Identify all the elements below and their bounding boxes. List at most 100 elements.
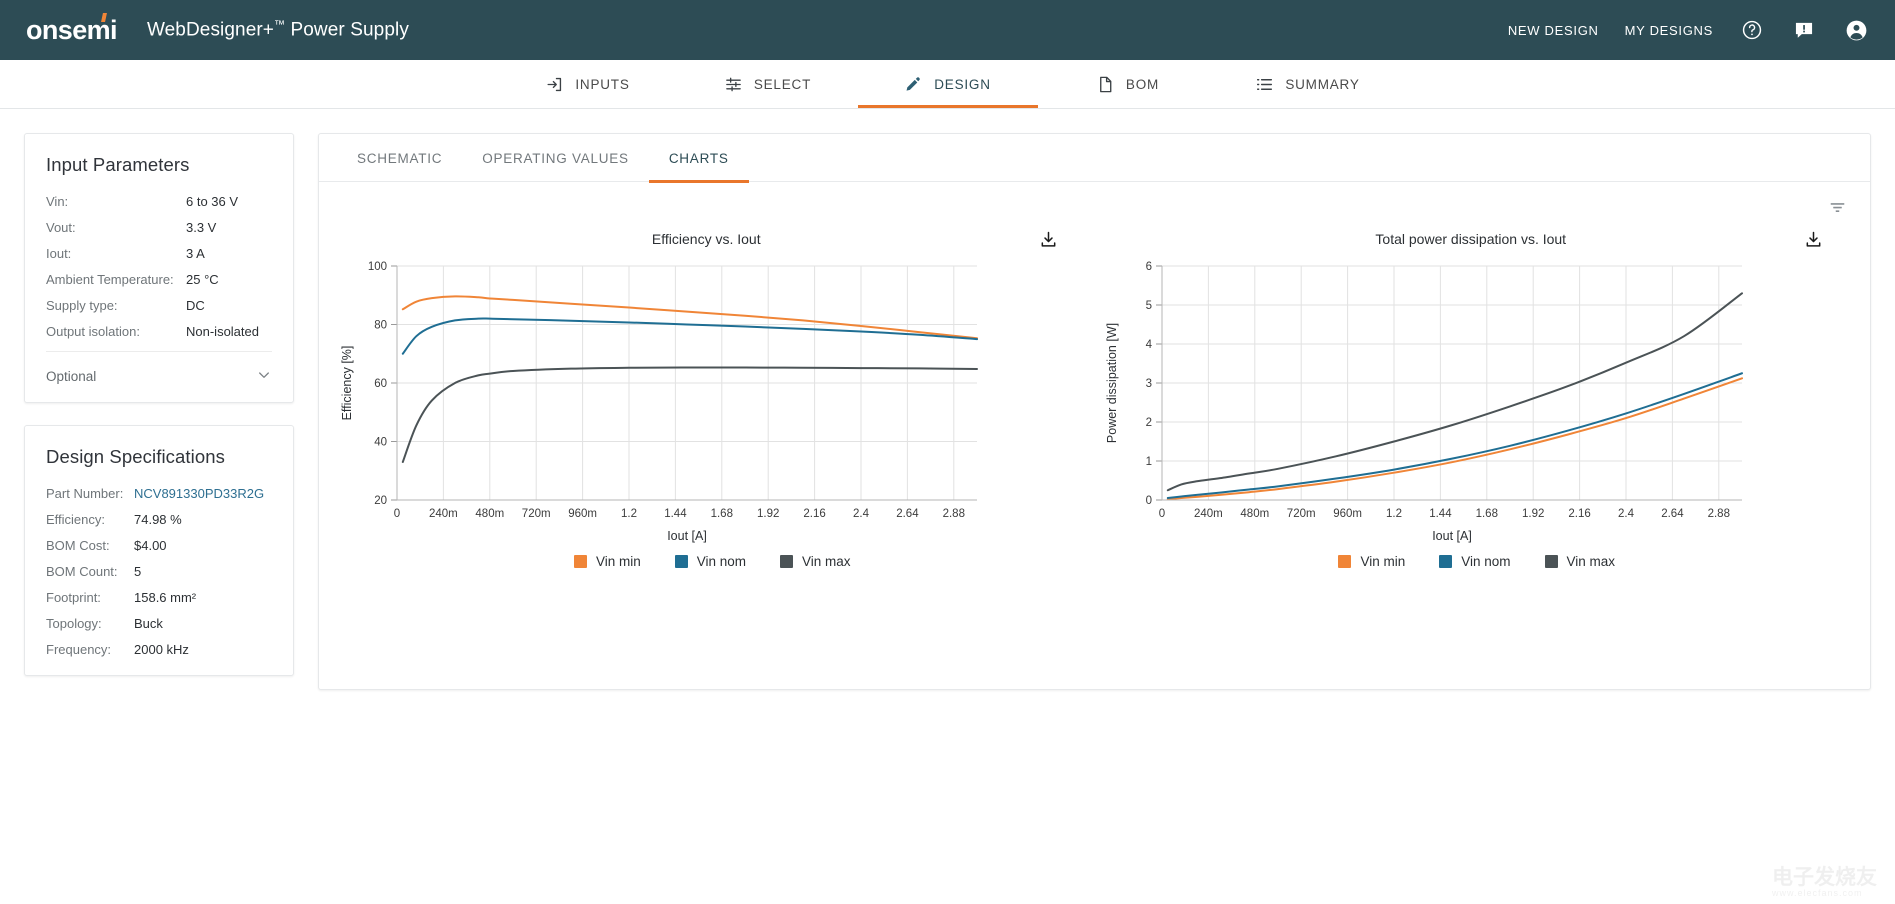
design-specifications-title: Design Specifications [46, 446, 272, 468]
legend-label: Vin nom [1461, 554, 1510, 569]
svg-text:Iout [A]: Iout [A] [1432, 529, 1472, 543]
app-header: onsemi WebDesigner+™ Power Supply NEW DE… [0, 0, 1895, 60]
account-icon[interactable] [1843, 17, 1869, 43]
subtab-schematic-label: SCHEMATIC [357, 151, 442, 166]
param-value: 3 A [186, 246, 205, 261]
param-label: Iout: [46, 246, 186, 261]
my-designs-link[interactable]: MY DESIGNS [1625, 23, 1713, 38]
spec-row-bom-count: BOM Count: 5 [46, 564, 272, 579]
onsemi-logo[interactable]: onsemi [26, 17, 117, 44]
legend-item-vin-min[interactable]: Vin min [1338, 554, 1405, 569]
svg-text:1.2: 1.2 [1386, 508, 1402, 520]
download-icon[interactable] [1802, 227, 1824, 251]
spec-value: 2000 kHz [134, 642, 189, 657]
tab-design-label: DESIGN [934, 77, 991, 92]
spec-row-topology: Topology: Buck [46, 616, 272, 631]
svg-text:40: 40 [374, 437, 387, 449]
legend-swatch [1439, 555, 1452, 568]
help-icon[interactable] [1739, 17, 1765, 43]
chart-efficiency-svg: 204060801000240m480m720m960m1.21.441.681… [335, 256, 995, 552]
new-design-link[interactable]: NEW DESIGN [1508, 23, 1599, 38]
tune-sliders-icon [724, 75, 743, 94]
document-icon [1096, 75, 1115, 94]
legend-swatch [574, 555, 587, 568]
svg-text:2.64: 2.64 [1661, 508, 1684, 520]
param-row-vin: Vin: 6 to 36 V [46, 194, 272, 209]
legend-label: Vin max [1567, 554, 1616, 569]
legend-label: Vin min [1360, 554, 1405, 569]
svg-text:480m: 480m [475, 508, 504, 520]
page-body: Input Parameters Vin: 6 to 36 V Vout: 3.… [0, 109, 1895, 904]
svg-text:1: 1 [1145, 456, 1151, 468]
legend-item-vin-nom[interactable]: Vin nom [1439, 554, 1510, 569]
charts-row: Efficiency vs. Iout 204060801000240m480m… [319, 218, 1870, 569]
optional-expander[interactable]: Optional [46, 351, 272, 386]
spec-label: Topology: [46, 616, 134, 631]
param-row-vout: Vout: 3.3 V [46, 220, 272, 235]
svg-text:Power dissipation [W]: Power dissipation [W] [1105, 323, 1119, 443]
spec-value: 5 [134, 564, 141, 579]
svg-text:1.2: 1.2 [621, 508, 637, 520]
feedback-icon[interactable] [1791, 17, 1817, 43]
param-value: 6 to 36 V [186, 194, 238, 209]
svg-text:2.16: 2.16 [803, 508, 825, 520]
chart-toolbar [319, 182, 1870, 218]
chart-power-dissipation-svg: 01234560240m480m720m960m1.21.441.681.922… [1100, 256, 1760, 552]
download-icon[interactable] [1038, 227, 1060, 251]
legend-item-vin-max[interactable]: Vin max [1545, 554, 1616, 569]
svg-text:80: 80 [374, 320, 387, 332]
chart-power-dissipation-plot: 01234560240m480m720m960m1.21.441.681.922… [1100, 256, 1855, 552]
app-title-suffix: Power Supply [285, 19, 409, 40]
svg-text:2.4: 2.4 [1618, 508, 1635, 520]
main-navigation: INPUTS SELECT DESIGN BOM [0, 60, 1895, 109]
svg-text:2.16: 2.16 [1568, 508, 1590, 520]
spec-row-efficiency: Efficiency: 74.98 % [46, 512, 272, 527]
page-title: WebDesigner+™ Power Supply [147, 19, 409, 41]
legend-item-vin-nom[interactable]: Vin nom [675, 554, 746, 569]
param-row-iout: Iout: 3 A [46, 246, 272, 261]
part-number-link[interactable]: NCV891330PD33R2G [134, 486, 264, 501]
trademark-symbol: ™ [274, 19, 285, 31]
tab-bom[interactable]: BOM [1038, 60, 1218, 108]
tab-inputs-label: INPUTS [575, 77, 629, 92]
svg-text:Iout [A]: Iout [A] [667, 529, 707, 543]
legend-item-vin-max[interactable]: Vin max [780, 554, 851, 569]
subtab-charts[interactable]: CHARTS [649, 134, 749, 182]
spec-label: Frequency: [46, 642, 134, 657]
param-row-output-isolation: Output isolation: Non-isolated [46, 324, 272, 339]
svg-text:Efficiency [%]: Efficiency [%] [340, 346, 354, 421]
svg-text:960m: 960m [568, 508, 597, 520]
svg-text:1.68: 1.68 [1475, 508, 1497, 520]
subtab-schematic[interactable]: SCHEMATIC [337, 134, 462, 182]
param-value: DC [186, 298, 205, 313]
spec-label: Efficiency: [46, 512, 134, 527]
svg-text:2.88: 2.88 [1707, 508, 1729, 520]
chart-efficiency-header: Efficiency vs. Iout [335, 222, 1090, 256]
svg-text:240m: 240m [1194, 508, 1223, 520]
svg-text:240m: 240m [429, 508, 458, 520]
tab-design[interactable]: DESIGN [858, 60, 1038, 108]
chart-power-dissipation-header: Total power dissipation vs. Iout [1100, 222, 1855, 256]
legend-item-vin-min[interactable]: Vin min [574, 554, 641, 569]
param-label: Output isolation: [46, 324, 186, 339]
tab-inputs[interactable]: INPUTS [498, 60, 678, 108]
spec-row-frequency: Frequency: 2000 kHz [46, 642, 272, 657]
tab-summary-label: SUMMARY [1285, 77, 1359, 92]
tab-select[interactable]: SELECT [678, 60, 858, 108]
svg-text:0: 0 [1145, 495, 1151, 507]
app-title-main: WebDesigner+ [147, 19, 274, 40]
subtab-operating-values[interactable]: OPERATING VALUES [462, 134, 649, 182]
list-icon [1255, 75, 1274, 94]
tab-summary[interactable]: SUMMARY [1218, 60, 1398, 108]
chart-efficiency-title: Efficiency vs. Iout [335, 231, 1038, 247]
svg-text:1.68: 1.68 [711, 508, 733, 520]
filter-icon[interactable] [1826, 196, 1848, 218]
svg-text:1.44: 1.44 [1429, 508, 1452, 520]
spec-label: BOM Count: [46, 564, 134, 579]
param-value: Non-isolated [186, 324, 259, 339]
legend-swatch [1545, 555, 1558, 568]
svg-text:1.92: 1.92 [1522, 508, 1544, 520]
svg-text:960m: 960m [1333, 508, 1362, 520]
charts-panel: SCHEMATIC OPERATING VALUES CHARTS [318, 133, 1871, 690]
panel-tabs: SCHEMATIC OPERATING VALUES CHARTS [319, 134, 1870, 182]
